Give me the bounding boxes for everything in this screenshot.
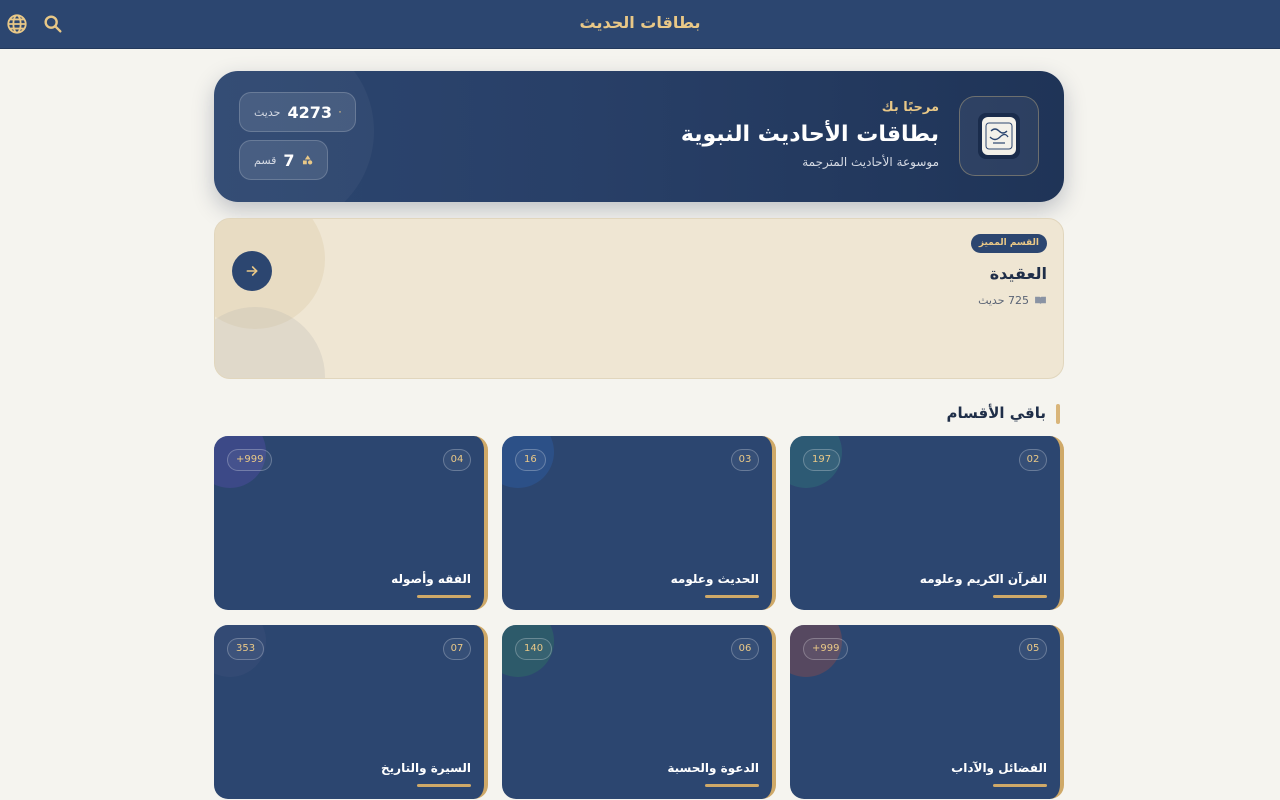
card-underline bbox=[705, 784, 759, 787]
category-count: 353 bbox=[227, 638, 265, 660]
category-count: +999 bbox=[227, 449, 273, 471]
page-title: بطاقات الحديث bbox=[579, 13, 701, 32]
book-icon bbox=[339, 111, 341, 113]
calligraphy-logo-icon bbox=[982, 117, 1016, 155]
featured-section-card[interactable]: القسم المميز العقيدة 725 حديث bbox=[214, 218, 1064, 379]
shapes-icon bbox=[302, 155, 312, 165]
category-index: 07 bbox=[443, 638, 471, 660]
greeting: مرحبًا بك bbox=[881, 100, 939, 115]
section-accent-bar bbox=[1056, 404, 1060, 424]
app-subtitle: موسوعة الأحاديث المترجمة bbox=[802, 155, 939, 169]
category-card[interactable]: 05 +999 الفضائل والآداب bbox=[790, 625, 1064, 799]
category-count: 140 bbox=[515, 638, 553, 660]
section-count-pill: 7 قسم bbox=[239, 140, 328, 180]
category-card[interactable]: 04 +999 الفقه وأصوله bbox=[214, 436, 488, 610]
category-name: الحديث وعلومه bbox=[670, 572, 759, 586]
open-featured-button[interactable] bbox=[232, 251, 272, 291]
card-underline bbox=[417, 595, 471, 598]
category-name: القرآن الكريم وعلومه bbox=[919, 572, 1047, 586]
category-index: 03 bbox=[731, 449, 759, 471]
category-count: +999 bbox=[803, 638, 849, 660]
featured-badge: القسم المميز bbox=[970, 234, 1047, 253]
section-count: 7 bbox=[283, 150, 295, 170]
category-card[interactable]: 03 16 الحديث وعلومه bbox=[502, 436, 776, 610]
card-underline bbox=[993, 784, 1047, 787]
category-index: 05 bbox=[1019, 638, 1047, 660]
featured-count-text: 725 حديث bbox=[978, 294, 1029, 307]
category-count: 197 bbox=[803, 449, 841, 471]
banner-glow bbox=[214, 71, 374, 202]
top-app-bar: بطاقات الحديث bbox=[0, 0, 1280, 49]
hadith-count-pill: 4273 حديث bbox=[239, 92, 356, 132]
featured-count: 725 حديث bbox=[978, 294, 1047, 307]
category-name: الفضائل والآداب bbox=[951, 761, 1047, 775]
category-count: 16 bbox=[515, 449, 546, 471]
welcome-banner: 4273 حديث 7 قسم مرحبًا بك بطاقات الأحادي… bbox=[214, 71, 1064, 202]
logo-card bbox=[978, 113, 1020, 159]
category-index: 04 bbox=[443, 449, 471, 471]
arrow-right-icon bbox=[246, 266, 258, 276]
hadith-unit: حديث bbox=[254, 105, 281, 119]
categories-title: باقي الأقسام bbox=[946, 404, 1046, 422]
category-name: السيرة والتاريخ bbox=[381, 761, 471, 775]
category-name: الفقه وأصوله bbox=[391, 572, 471, 586]
card-underline bbox=[705, 595, 759, 598]
category-card[interactable]: 06 140 الدعوة والحسبة bbox=[502, 625, 776, 799]
book-icon bbox=[1035, 296, 1046, 305]
category-index: 06 bbox=[731, 638, 759, 660]
category-name: الدعوة والحسبة bbox=[667, 761, 759, 775]
category-card[interactable]: 07 353 السيرة والتاريخ bbox=[214, 625, 488, 799]
card-underline bbox=[417, 784, 471, 787]
app-logo bbox=[959, 96, 1039, 176]
hadith-count: 4273 bbox=[287, 102, 332, 122]
category-card[interactable]: 02 197 القرآن الكريم وعلومه bbox=[790, 436, 1064, 610]
featured-name: العقيدة bbox=[989, 264, 1047, 283]
section-unit: قسم bbox=[254, 153, 277, 167]
decor-circle bbox=[215, 307, 325, 378]
card-underline bbox=[993, 595, 1047, 598]
app-name: بطاقات الأحاديث النبوية bbox=[680, 122, 939, 147]
category-index: 02 bbox=[1019, 449, 1047, 471]
